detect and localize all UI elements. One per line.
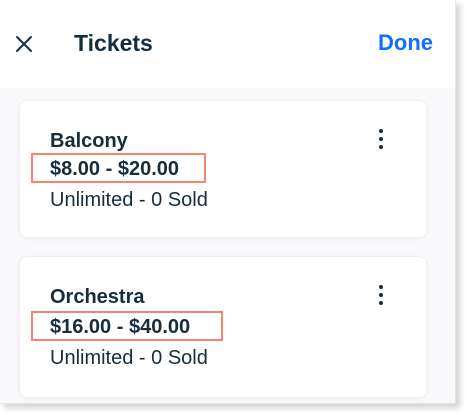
ticket-name: Orchestra: [50, 286, 145, 308]
page-title: Tickets: [74, 30, 153, 56]
ticket-status: Unlimited - 0 Sold: [50, 189, 208, 211]
price-highlight: $16.00 - $40.00: [31, 311, 223, 341]
ticket-price-range: $8.00 - $20.00: [50, 158, 179, 180]
more-options-icon[interactable]: [376, 285, 386, 309]
tickets-panel: Tickets Done Balcony $8.00 - $20.00 Unli…: [0, 0, 456, 404]
more-options-icon[interactable]: [376, 129, 386, 153]
done-button[interactable]: Done: [378, 30, 433, 56]
ticket-card-orchestra[interactable]: Orchestra $16.00 - $40.00 Unlimited - 0 …: [19, 256, 427, 398]
ticket-status: Unlimited - 0 Sold: [50, 347, 208, 369]
header-bar: Tickets Done: [0, 0, 455, 88]
close-icon[interactable]: [12, 32, 36, 56]
ticket-name: Balcony: [50, 130, 128, 152]
ticket-price-range: $16.00 - $40.00: [50, 316, 191, 338]
ticket-card-balcony[interactable]: Balcony $8.00 - $20.00 Unlimited - 0 Sol…: [19, 100, 427, 238]
price-highlight: $8.00 - $20.00: [31, 153, 206, 183]
